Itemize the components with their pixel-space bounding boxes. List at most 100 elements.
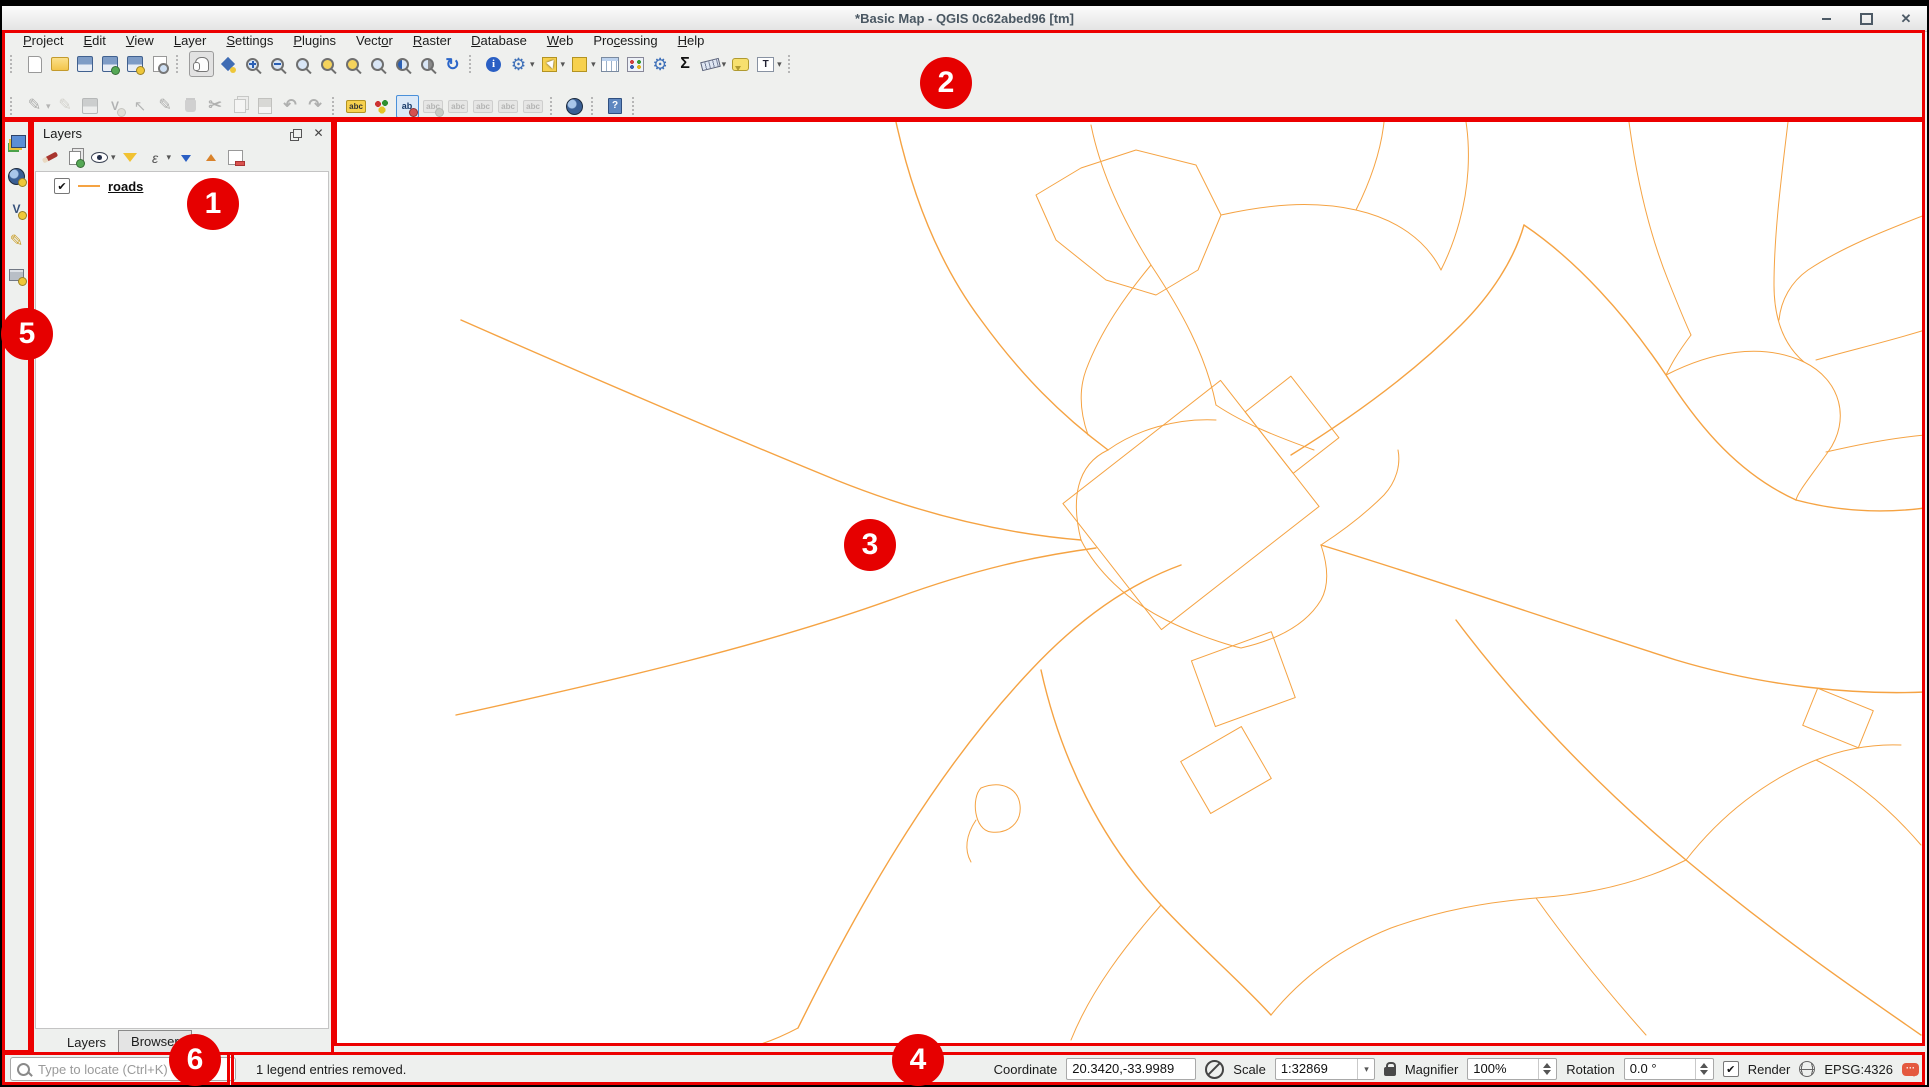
deselect-all-icon[interactable]: ▾: [568, 52, 597, 76]
title-bar: *Basic Map - QGIS 0c62abed96 [tm] ✕: [2, 6, 1927, 32]
tab-layers[interactable]: Layers: [55, 1032, 118, 1053]
add-group-icon[interactable]: [63, 146, 86, 170]
scale-value: 1:32869: [1281, 1059, 1328, 1079]
collapse-all-icon[interactable]: [199, 146, 222, 170]
zoom-last-icon[interactable]: [391, 52, 414, 76]
render-checkbox[interactable]: ✔: [1723, 1061, 1739, 1077]
layer-name[interactable]: roads: [108, 179, 143, 194]
select-features-icon[interactable]: ▾: [538, 52, 567, 76]
manage-map-themes-icon[interactable]: ▾: [88, 146, 117, 170]
window-title: *Basic Map - QGIS 0c62abed96 [tm]: [855, 11, 1074, 26]
locator-input[interactable]: [36, 1061, 229, 1078]
run-feature-action-icon[interactable]: ⚙▾: [507, 52, 536, 76]
menu-raster[interactable]: Raster: [404, 32, 460, 50]
copy-features-icon: [229, 94, 252, 118]
menu-edit[interactable]: Edit: [74, 32, 114, 50]
zoom-next-icon[interactable]: [416, 52, 439, 76]
close-button[interactable]: ✕: [1899, 12, 1913, 26]
measure-line-icon[interactable]: ▾: [699, 52, 728, 76]
minimize-button[interactable]: [1819, 12, 1833, 26]
save-project-as-icon[interactable]: [98, 52, 121, 76]
open-project-icon[interactable]: [48, 52, 71, 76]
zoom-full-extent-icon[interactable]: [316, 52, 339, 76]
data-source-manager-icon[interactable]: [5, 131, 28, 155]
panel-close-icon[interactable]: ✕: [311, 126, 326, 141]
pan-map-icon[interactable]: [189, 51, 214, 77]
zoom-native-resolution-icon[interactable]: [291, 52, 314, 76]
identify-features-icon[interactable]: [482, 52, 505, 76]
menu-view[interactable]: View: [117, 32, 163, 50]
layer-visibility-checkbox[interactable]: ✔: [54, 178, 70, 194]
chevron-down-icon: ▾: [1357, 1059, 1369, 1079]
zoom-to-selection-icon[interactable]: [341, 52, 364, 76]
save-project-icon[interactable]: [73, 52, 96, 76]
scale-combo[interactable]: 1:32869 ▾: [1275, 1058, 1375, 1080]
lock-scale-icon[interactable]: [1384, 1067, 1396, 1076]
add-vector-layer-icon[interactable]: [5, 164, 28, 188]
zoom-out-icon[interactable]: [266, 52, 289, 76]
maximize-button[interactable]: [1859, 12, 1873, 26]
layer-labeling-options-icon[interactable]: [345, 94, 368, 118]
status-bar: 1 legend entries removed. Coordinate Sca…: [2, 1053, 1927, 1085]
layer-row-roads[interactable]: ✔ roads: [36, 172, 328, 194]
field-calculator-icon[interactable]: [624, 52, 647, 76]
paste-features-icon: [254, 94, 277, 118]
change-label-properties-icon[interactable]: [395, 94, 420, 118]
zoom-to-layer-icon[interactable]: [366, 52, 389, 76]
filter-legend-icon[interactable]: [119, 146, 142, 170]
menu-help[interactable]: Help: [669, 32, 714, 50]
remove-layer-group-icon[interactable]: [224, 146, 247, 170]
modify-attributes-icon: ✎: [154, 94, 177, 118]
spinner-arrows-icon[interactable]: [1695, 1059, 1708, 1079]
new-shapefile-layer-icon[interactable]: V: [5, 197, 28, 221]
magnifier-value: 100%: [1473, 1059, 1506, 1079]
pan-to-selection-icon[interactable]: [216, 52, 239, 76]
processing-toolbox-icon[interactable]: ⚙: [649, 52, 672, 76]
chevron-down-icon: ▾: [591, 59, 596, 70]
new-virtual-layer-icon[interactable]: [5, 263, 28, 287]
layer-symbol-line: [78, 185, 100, 187]
rotate-label-icon: [522, 94, 545, 118]
help-contents-icon[interactable]: [604, 94, 627, 118]
open-layer-styling-icon[interactable]: [38, 146, 61, 170]
coordinate-input[interactable]: [1072, 1059, 1190, 1079]
refresh-map-icon[interactable]: ↻: [441, 52, 464, 76]
expand-all-icon[interactable]: [174, 146, 197, 170]
metasearch-icon[interactable]: [563, 94, 586, 118]
new-print-layout-icon[interactable]: [123, 52, 146, 76]
toolbar-handle: [10, 97, 16, 115]
menu-web[interactable]: Web: [538, 32, 583, 50]
menu-layer[interactable]: Layer: [165, 32, 216, 50]
map-canvas[interactable]: [336, 120, 1925, 1046]
menu-project[interactable]: Project: [14, 32, 72, 50]
new-geopackage-layer-icon[interactable]: ✎: [5, 230, 28, 254]
magnifier-spinbox[interactable]: 100%: [1467, 1058, 1557, 1080]
menu-processing[interactable]: Processing: [584, 32, 666, 50]
tab-browser[interactable]: Browser: [118, 1030, 192, 1053]
layer-diagram-options-icon[interactable]: [370, 94, 393, 118]
filter-by-expression-icon[interactable]: ε▾: [144, 146, 173, 170]
show-layout-manager-icon[interactable]: [148, 52, 171, 76]
menu-settings[interactable]: Settings: [217, 32, 282, 50]
toolbar-handle: [632, 97, 638, 115]
messages-icon[interactable]: ···: [1902, 1063, 1919, 1076]
panel-tabs: Layers Browser: [55, 1031, 192, 1053]
rotation-value: 0.0 °: [1630, 1059, 1657, 1079]
menu-database[interactable]: Database: [462, 32, 536, 50]
zoom-in-icon[interactable]: [241, 52, 264, 76]
rotation-spinbox[interactable]: 0.0 °: [1624, 1058, 1714, 1080]
open-attribute-table-icon[interactable]: [599, 52, 622, 76]
new-project-icon[interactable]: [23, 52, 46, 76]
crs-globe-icon[interactable]: [1799, 1061, 1815, 1077]
text-annotation-icon[interactable]: ▾: [754, 52, 783, 76]
locator-bar[interactable]: [10, 1057, 236, 1081]
map-tips-icon[interactable]: [729, 52, 752, 76]
menu-plugins[interactable]: Plugins: [284, 32, 345, 50]
panel-float-icon[interactable]: [290, 126, 305, 141]
extents-tracking-icon[interactable]: [1205, 1060, 1224, 1079]
spinner-arrows-icon[interactable]: [1538, 1059, 1551, 1079]
menu-vector[interactable]: Vector: [347, 32, 402, 50]
crs-value[interactable]: EPSG:4326: [1824, 1062, 1893, 1077]
toolbar-handle: [550, 97, 556, 115]
statistical-summary-icon[interactable]: Σ: [674, 52, 697, 76]
